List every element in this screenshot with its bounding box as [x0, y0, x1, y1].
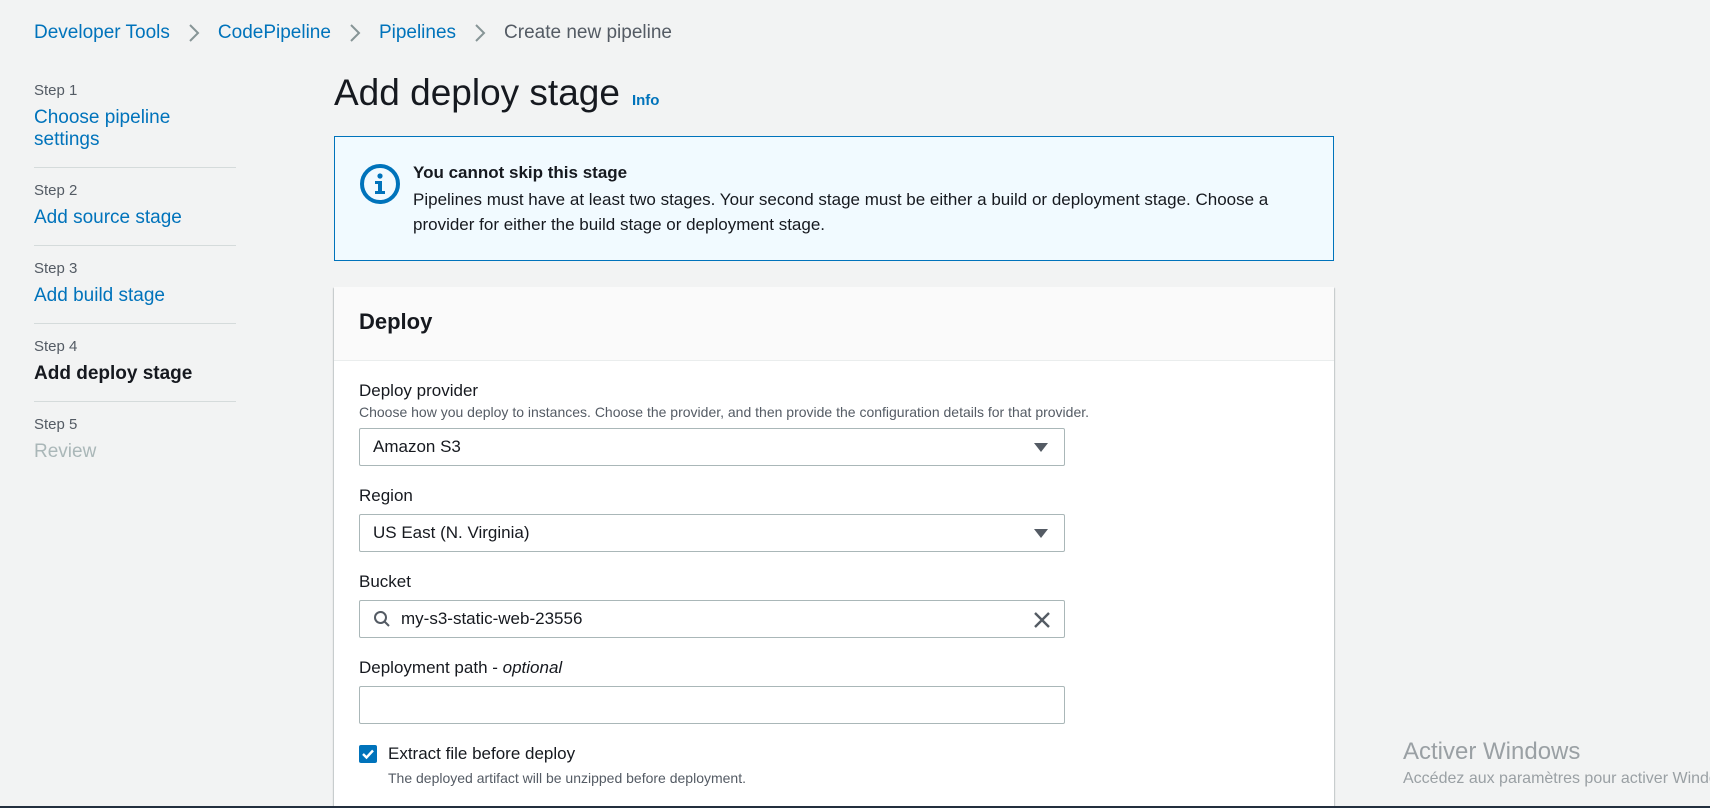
deployment-path-field: Deployment path - optional	[359, 658, 1309, 724]
info-circle-icon	[359, 163, 401, 205]
caret-down-icon	[1034, 443, 1048, 452]
wizard-step-3: Step 3 Add build stage	[34, 260, 236, 324]
field-label: Deployment path - optional	[359, 658, 1309, 678]
caret-down-icon	[1034, 529, 1048, 538]
step-number: Step 1	[34, 82, 78, 99]
region-select[interactable]: US East (N. Virginia)	[359, 514, 1065, 552]
bucket-field: Bucket my-s3-static-web-23556	[359, 572, 1309, 638]
wizard-step-4: Step 4 Add deploy stage	[34, 338, 236, 402]
chevron-right-icon	[188, 23, 200, 43]
step-link-pipeline-settings[interactable]: Choose pipeline settings	[34, 107, 236, 151]
wizard-step-1: Step 1 Choose pipeline settings	[34, 82, 236, 168]
wizard-steps-nav: Step 1 Choose pipeline settings Step 2 A…	[34, 82, 236, 493]
clear-icon[interactable]	[1032, 610, 1052, 630]
select-value: US East (N. Virginia)	[373, 523, 530, 542]
checkmark-icon	[362, 749, 374, 760]
breadcrumb-current: Create new pipeline	[504, 22, 672, 43]
breadcrumb-codepipeline[interactable]: CodePipeline	[218, 22, 331, 44]
field-description: Choose how you deploy to instances. Choo…	[359, 404, 1090, 420]
checkbox-description: The deployed artifact will be unzipped b…	[388, 770, 746, 786]
field-label: Deploy provider	[359, 381, 479, 400]
step-number: Step 2	[34, 182, 78, 199]
page-title: Add deploy stage	[334, 72, 620, 113]
step-link-deploy-stage: Add deploy stage	[34, 363, 193, 384]
deployment-path-input[interactable]	[359, 686, 1065, 724]
input-value: my-s3-static-web-23556	[401, 609, 583, 628]
chevron-right-icon	[349, 23, 361, 43]
deploy-provider-field: Deploy provider Choose how you deploy to…	[359, 381, 1309, 466]
region-field: Region US East (N. Virginia)	[359, 486, 1309, 552]
step-link-build-stage[interactable]: Add build stage	[34, 285, 236, 307]
chevron-right-icon	[474, 23, 486, 43]
breadcrumb-developer-tools[interactable]: Developer Tools	[34, 22, 170, 44]
field-label: Bucket	[359, 572, 411, 591]
extract-checkbox[interactable]	[359, 745, 377, 763]
watermark-title: Activer Windows	[1403, 738, 1581, 765]
info-link[interactable]: Info	[632, 92, 660, 109]
extract-field: Extract file before deploy The deployed …	[359, 744, 1309, 786]
bucket-search-input[interactable]: my-s3-static-web-23556	[359, 600, 1065, 638]
alert-body: Pipelines must have at least two stages.…	[413, 190, 1269, 234]
step-link-source-stage[interactable]: Add source stage	[34, 207, 236, 229]
wizard-step-5: Step 5 Review	[34, 416, 236, 479]
checkbox-label: Extract file before deploy	[388, 744, 576, 763]
breadcrumb: Developer Tools CodePipeline Pipelines C…	[34, 22, 672, 44]
panel-header: Deploy	[334, 287, 1334, 361]
deploy-provider-select[interactable]: Amazon S3	[359, 428, 1065, 466]
step-number: Step 4	[34, 338, 78, 355]
field-label-text: Deployment path -	[359, 658, 503, 677]
deploy-panel: Deploy Deploy provider Choose how you de…	[334, 287, 1334, 807]
field-label: Region	[359, 486, 413, 505]
wizard-step-2: Step 2 Add source stage	[34, 182, 236, 246]
watermark-subtitle: Accédez aux paramètres pour activer Wind…	[1403, 770, 1710, 787]
panel-title: Deploy	[359, 309, 433, 334]
step-number: Step 5	[34, 416, 78, 433]
breadcrumb-pipelines[interactable]: Pipelines	[379, 22, 456, 44]
search-icon	[373, 610, 391, 628]
alert-title: You cannot skip this stage	[413, 163, 628, 182]
info-alert: You cannot skip this stage Pipelines mus…	[334, 136, 1334, 261]
windows-activation-watermark: Activer Windows Accédez aux paramètres p…	[1403, 738, 1710, 788]
step-link-review: Review	[34, 441, 97, 462]
select-value: Amazon S3	[373, 437, 461, 456]
page-header: Add deploy stage Info	[334, 72, 1334, 114]
step-number: Step 3	[34, 260, 78, 277]
main-content: Add deploy stage Info You cannot skip th…	[334, 72, 1334, 807]
optional-label: optional	[502, 658, 563, 677]
